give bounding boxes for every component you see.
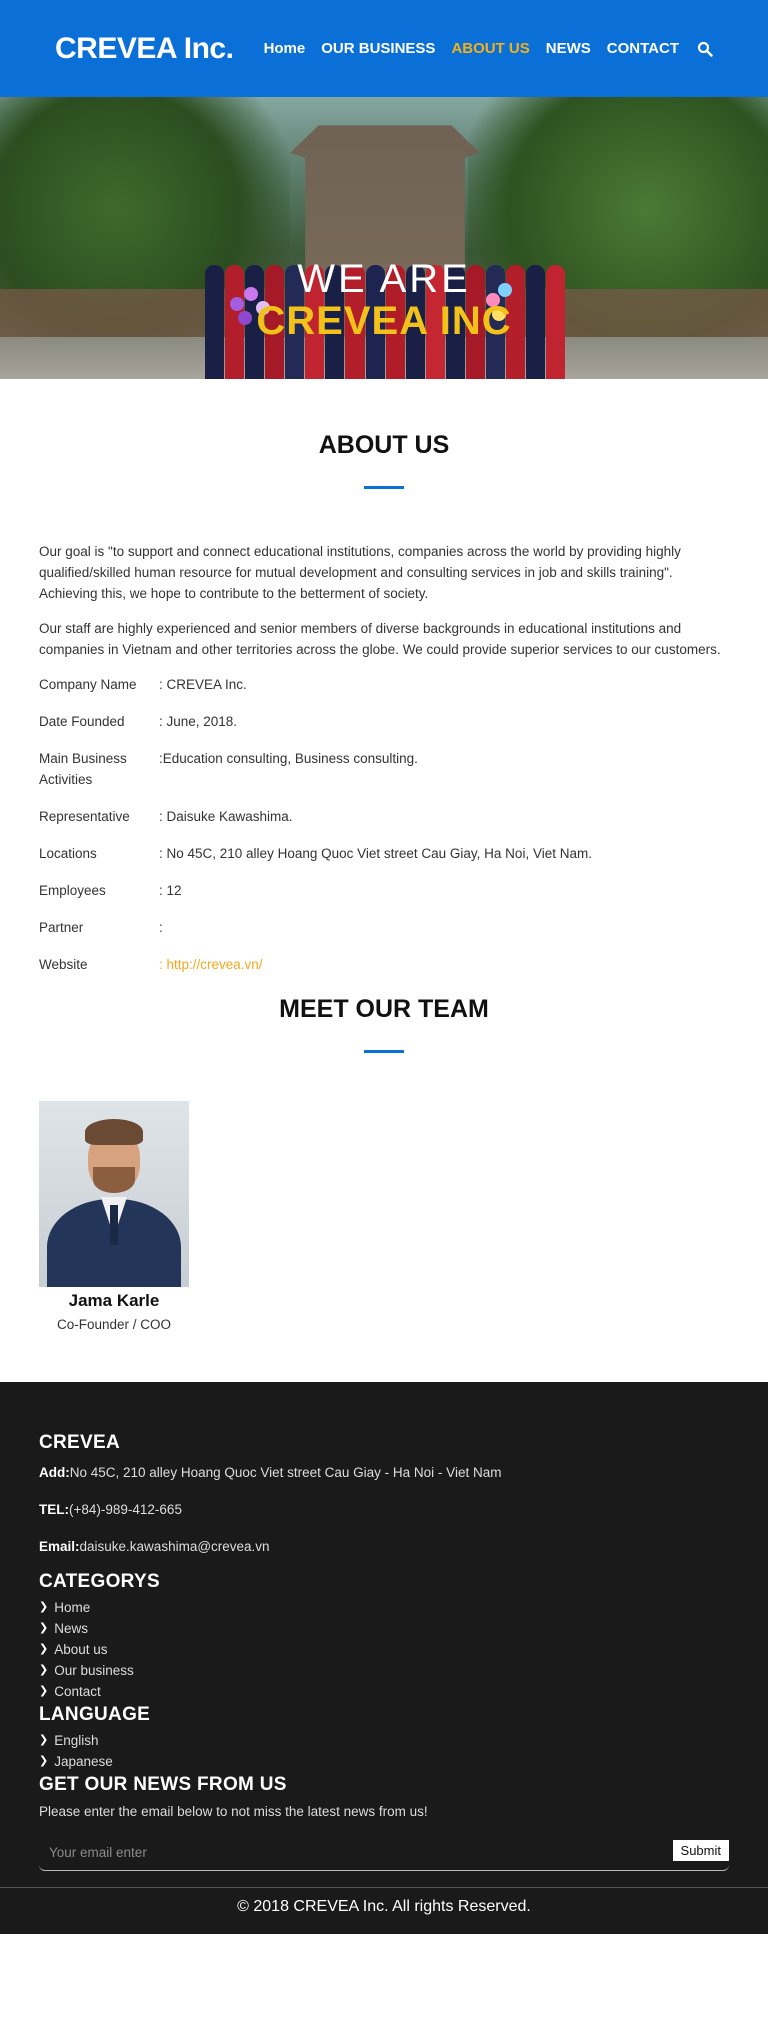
footer-link-about-us[interactable]: ❯ About us (39, 1639, 729, 1660)
nav-about-us[interactable]: ABOUT US (451, 40, 529, 57)
chevron-right-icon: ❯ (39, 1755, 49, 1767)
main-nav: Home OUR BUSINESS ABOUT US NEWS CONTACT (248, 40, 713, 57)
chevron-right-icon: ❯ (39, 1622, 49, 1634)
info-row-company-name: Company Name : CREVEA Inc. (39, 674, 729, 695)
member-photo (39, 1101, 189, 1287)
nav-news[interactable]: NEWS (546, 40, 591, 57)
info-value: : (159, 920, 163, 935)
email-label: Email: (39, 1539, 80, 1554)
info-key: Locations (39, 846, 97, 861)
footer-link-home[interactable]: ❯ Home (39, 1597, 729, 1618)
info-key: Company Name (39, 677, 137, 692)
hero-line-2: CREVEA INC (256, 299, 512, 343)
member-role: Co-Founder / COO (56, 1317, 172, 1332)
language-english[interactable]: ❯ English (39, 1730, 729, 1751)
chevron-right-icon: ❯ (39, 1685, 49, 1697)
team-member-card[interactable]: Jama Karle Co-Founder / COO (39, 1101, 189, 1332)
info-row-representative: Representative : Daisuke Kawashima. (39, 806, 729, 827)
info-key: Partner (39, 920, 84, 935)
newsletter-form: Submit (39, 1837, 729, 1871)
title-underline (364, 1050, 404, 1053)
chevron-right-icon: ❯ (39, 1643, 49, 1655)
tel-label: TEL: (39, 1502, 69, 1517)
newsletter-submit-button[interactable]: Submit (672, 1840, 729, 1861)
language-label: English (54, 1733, 99, 1748)
team-section: MEET OUR TEAM Jama Karle Co-Founder / CO… (0, 995, 768, 1332)
footer-categories-heading: CATEGORYS (39, 1571, 160, 1592)
nav-contact[interactable]: CONTACT (607, 40, 679, 57)
about-section: ABOUT US Our goal is "to support and con… (0, 431, 768, 975)
site-logo[interactable]: CREVEA Inc. (55, 32, 234, 66)
footer-news-heading: GET OUR NEWS FROM US (39, 1774, 287, 1795)
footer-link-contact[interactable]: ❯ Contact (39, 1681, 729, 1702)
footer-link-label: Our business (54, 1663, 134, 1678)
member-name: Jama Karle (68, 1291, 160, 1310)
language-japanese[interactable]: ❯ Japanese (39, 1751, 729, 1772)
language-label: Japanese (54, 1754, 113, 1769)
site-footer: CREVEA Add:No 45C, 210 alley Hoang Quoc … (0, 1382, 768, 1934)
about-paragraph-2: Our staff are highly experienced and sen… (39, 621, 721, 657)
title-underline (364, 486, 404, 489)
info-row-locations: Locations : No 45C, 210 alley Hoang Quoc… (39, 843, 729, 864)
hero-heading: WE ARE CREVEA INC (0, 259, 768, 341)
info-value: : June, 2018. (159, 714, 238, 729)
footer-address: Add:No 45C, 210 alley Hoang Quoc Viet st… (39, 1462, 729, 1483)
footer-link-label: Home (54, 1600, 91, 1615)
footer-news-subtext: Please enter the email below to not miss… (39, 1804, 428, 1819)
info-value: :Education consulting, Business consulti… (159, 751, 418, 766)
website-link[interactable]: : http://crevea.vn/ (159, 954, 729, 975)
address-value: No 45C, 210 alley Hoang Quoc Viet street… (69, 1465, 502, 1480)
search-icon[interactable] (697, 41, 713, 57)
info-row-main-business: Main Business Activities :Education cons… (39, 748, 729, 790)
info-key: Employees (39, 883, 106, 898)
address-label: Add: (39, 1465, 70, 1480)
hero-line-1: WE ARE (297, 257, 471, 301)
newsletter-email-input[interactable] (39, 1837, 591, 1867)
info-row-website: Website : http://crevea.vn/ (39, 954, 729, 975)
footer-link-news[interactable]: ❯ News (39, 1618, 729, 1639)
tel-value[interactable]: (+84)-989-412-665 (69, 1502, 182, 1517)
info-key: Representative (39, 809, 130, 824)
chevron-right-icon: ❯ (39, 1664, 49, 1676)
info-row-date-founded: Date Founded : June, 2018. (39, 711, 729, 732)
footer-link-our-business[interactable]: ❯ Our business (39, 1660, 729, 1681)
info-key: Website (39, 957, 88, 972)
info-key: Main Business Activities (39, 751, 127, 787)
footer-language-list: ❯ English ❯ Japanese (39, 1730, 729, 1772)
chevron-right-icon: ❯ (39, 1734, 49, 1746)
info-row-partner: Partner : (39, 917, 729, 938)
info-value: : No 45C, 210 alley Hoang Quoc Viet stre… (159, 846, 592, 861)
chevron-right-icon: ❯ (39, 1601, 49, 1613)
info-key: Date Founded (39, 714, 125, 729)
copyright: © 2018 CREVEA Inc. All rights Reserved. (0, 1887, 768, 1934)
footer-link-label: Contact (54, 1684, 101, 1699)
about-title: ABOUT US (318, 431, 450, 459)
email-value[interactable]: daisuke.kawashima@crevea.vn (80, 1539, 270, 1554)
footer-company-heading: CREVEA (39, 1432, 120, 1453)
company-info-table: Company Name : CREVEA Inc. Date Founded … (39, 674, 729, 975)
nav-home[interactable]: Home (264, 40, 306, 57)
team-title: MEET OUR TEAM (279, 995, 489, 1023)
footer-link-label: News (54, 1621, 88, 1636)
site-header: CREVEA Inc. Home OUR BUSINESS ABOUT US N… (0, 0, 768, 97)
info-value: : Daisuke Kawashima. (159, 809, 293, 824)
footer-email: Email:daisuke.kawashima@crevea.vn (39, 1536, 729, 1557)
info-value: : 12 (159, 883, 182, 898)
footer-categories-list: ❯ Home ❯ News ❯ About us ❯ Our business ❯ Con… (39, 1597, 729, 1702)
about-paragraph-1: Our goal is "to support and connect educ… (39, 544, 681, 601)
hero-banner: WE ARE CREVEA INC (0, 97, 768, 379)
footer-language-heading: LANGUAGE (39, 1704, 151, 1725)
nav-our-business[interactable]: OUR BUSINESS (321, 40, 435, 57)
info-value: : CREVEA Inc. (159, 677, 247, 692)
info-row-employees: Employees : 12 (39, 880, 729, 901)
footer-tel: TEL:(+84)-989-412-665 (39, 1499, 729, 1520)
footer-link-label: About us (54, 1642, 108, 1657)
